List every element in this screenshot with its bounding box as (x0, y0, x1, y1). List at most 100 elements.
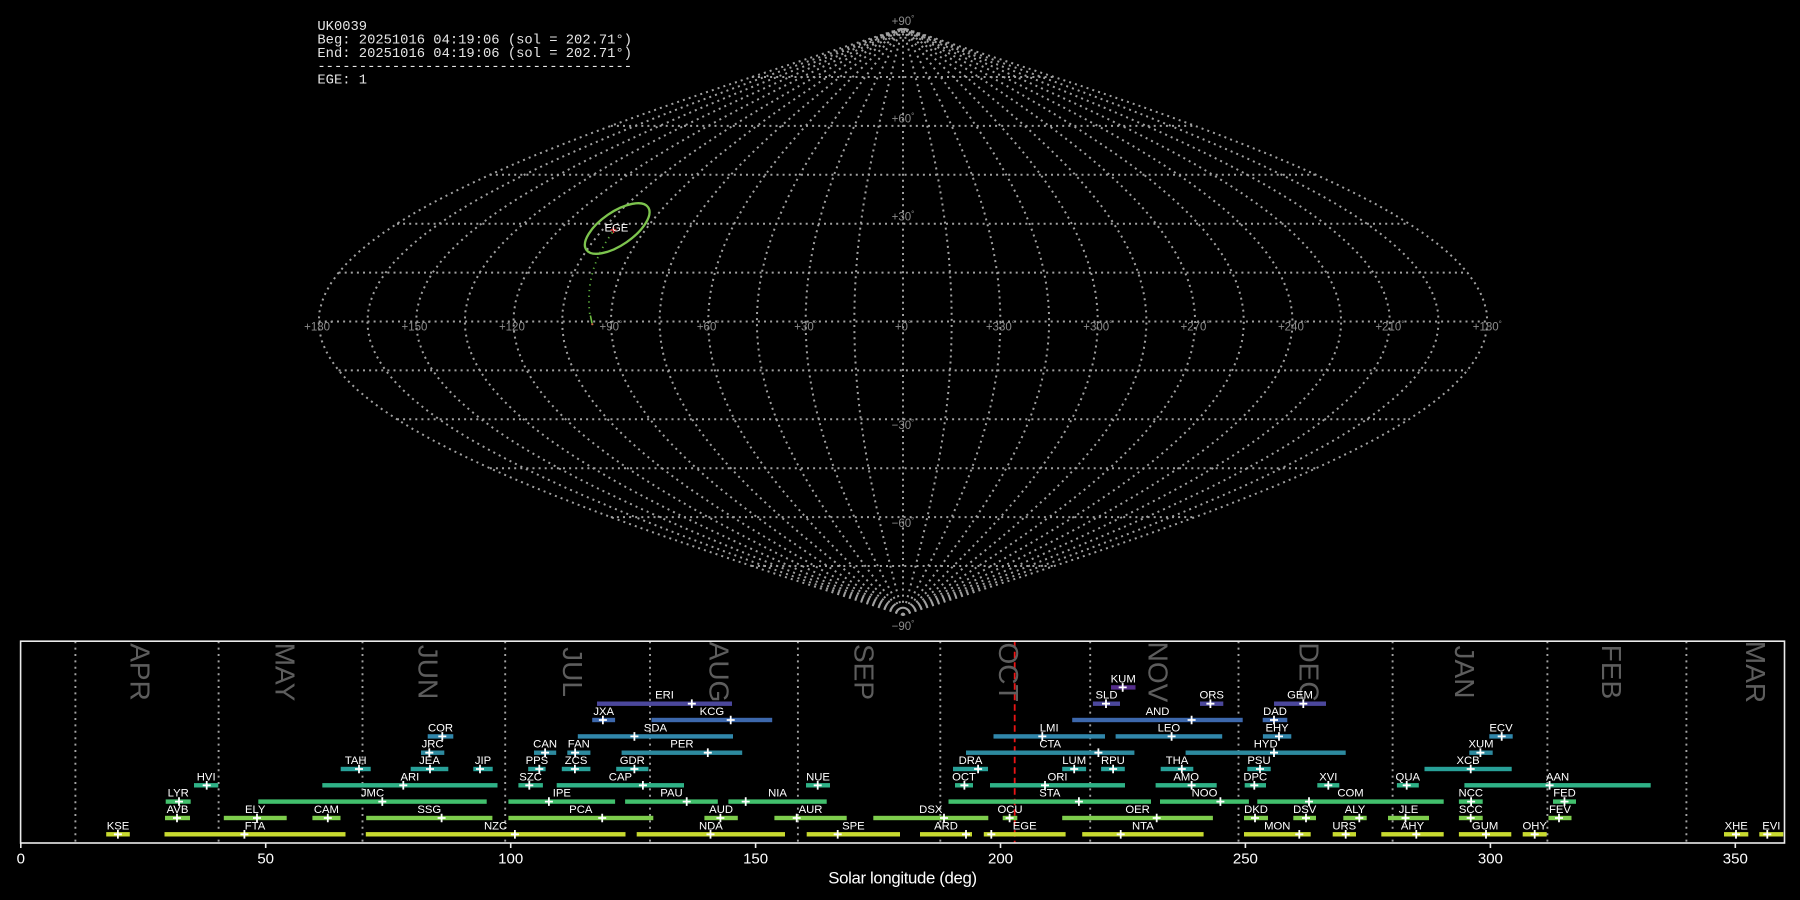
svg-text:ELY: ELY (245, 804, 266, 816)
svg-text:QUA: QUA (1396, 771, 1421, 783)
svg-text:PSU: PSU (1247, 755, 1270, 767)
svg-text:NDA: NDA (699, 820, 723, 832)
svg-text:JLE: JLE (1399, 804, 1419, 816)
svg-text:+30°: +30° (794, 320, 817, 334)
svg-text:350: 350 (1723, 850, 1748, 867)
svg-text:CAM: CAM (314, 804, 339, 816)
svg-text:AMO: AMO (1173, 771, 1199, 783)
svg-text:JEA: JEA (419, 755, 440, 767)
svg-text:AUR: AUR (799, 804, 823, 816)
svg-text:RPU: RPU (1101, 755, 1125, 767)
svg-text:CAP: CAP (609, 771, 632, 783)
svg-text:ARI: ARI (400, 771, 419, 783)
svg-text:+270°: +270° (1181, 320, 1210, 334)
svg-text:+210°: +210° (1375, 320, 1404, 334)
svg-text:HVI: HVI (197, 771, 216, 783)
svg-text:KSE: KSE (107, 820, 130, 832)
svg-text:SCC: SCC (1459, 804, 1483, 816)
svg-text:PER: PER (670, 739, 693, 751)
svg-text:SLD: SLD (1096, 690, 1118, 702)
svg-text:−30°: −30° (892, 418, 915, 432)
svg-text:−90°: −90° (892, 619, 915, 633)
svg-text:FEB: FEB (1596, 645, 1627, 699)
svg-text:JAN: JAN (1449, 646, 1480, 699)
svg-text:+120°: +120° (499, 320, 528, 334)
svg-text:LYR: LYR (168, 788, 189, 800)
svg-text:NZC: NZC (484, 820, 507, 832)
svg-text:+90°: +90° (600, 320, 623, 334)
svg-text:JRC: JRC (422, 739, 444, 751)
svg-text:MAY: MAY (269, 643, 300, 702)
svg-text:+150°: +150° (402, 320, 431, 334)
svg-text:ECV: ECV (1489, 722, 1513, 734)
svg-text:ERI: ERI (655, 690, 674, 702)
svg-text:OER: OER (1125, 804, 1149, 816)
svg-text:JXA: JXA (593, 706, 614, 718)
svg-text:DAD: DAD (1263, 706, 1287, 718)
svg-text:200: 200 (988, 850, 1013, 867)
svg-text:Solar longitude (deg): Solar longitude (deg) (828, 868, 976, 887)
svg-text:AVB: AVB (167, 804, 189, 816)
svg-text:URS: URS (1332, 820, 1356, 832)
svg-text:AUD: AUD (709, 804, 733, 816)
svg-text:DPC: DPC (1243, 771, 1267, 783)
svg-text:SZC: SZC (519, 771, 542, 783)
svg-text:AHY: AHY (1401, 820, 1425, 832)
svg-text:+30°: +30° (892, 210, 915, 224)
svg-text:EVI: EVI (1762, 820, 1780, 832)
svg-text:−60°: −60° (892, 516, 915, 530)
svg-text:FED: FED (1553, 788, 1576, 800)
svg-text:STA: STA (1039, 788, 1061, 800)
svg-text:NOV: NOV (1143, 642, 1174, 703)
svg-text:DSV: DSV (1293, 804, 1317, 816)
svg-text:PAU: PAU (660, 788, 682, 800)
svg-text:KCG: KCG (700, 706, 724, 718)
svg-text:EGE: EGE (1013, 820, 1037, 832)
svg-text:SDA: SDA (644, 722, 668, 734)
svg-text:+60°: +60° (892, 112, 915, 126)
svg-text:XCB: XCB (1456, 755, 1479, 767)
svg-text:JUN: JUN (412, 645, 443, 699)
svg-text:IPE: IPE (553, 788, 572, 800)
svg-text:SPE: SPE (842, 820, 865, 832)
svg-text:NTA: NTA (1132, 820, 1154, 832)
svg-text:ORI: ORI (1047, 771, 1067, 783)
svg-text:JUL: JUL (557, 647, 588, 697)
svg-text:DSX: DSX (919, 804, 943, 816)
svg-text:ORS: ORS (1199, 690, 1224, 702)
svg-text:300: 300 (1478, 850, 1503, 867)
svg-text:LMI: LMI (1040, 722, 1059, 734)
svg-text:ARD: ARD (934, 820, 958, 832)
svg-text:100: 100 (498, 850, 523, 867)
svg-text:LEO: LEO (1158, 722, 1181, 734)
svg-text:XUM: XUM (1468, 739, 1493, 751)
svg-text:LUM: LUM (1062, 755, 1086, 767)
svg-text:OCT: OCT (993, 642, 1024, 701)
svg-text:TAH: TAH (345, 755, 367, 767)
svg-text:XHE: XHE (1725, 820, 1749, 832)
svg-text:CAN: CAN (533, 739, 557, 751)
svg-text:ALY: ALY (1345, 804, 1366, 816)
svg-text:KUM: KUM (1111, 673, 1136, 685)
svg-text:GUM: GUM (1472, 820, 1498, 832)
svg-text:CTA: CTA (1039, 739, 1061, 751)
svg-text:PCA: PCA (569, 804, 593, 816)
svg-text:NIA: NIA (768, 788, 787, 800)
svg-text:AND: AND (1146, 706, 1170, 718)
svg-text:THA: THA (1166, 755, 1189, 767)
svg-text:EHY: EHY (1265, 722, 1289, 734)
svg-text:GEM: GEM (1287, 690, 1313, 702)
svg-text:PPS: PPS (526, 755, 549, 767)
svg-text:SSG: SSG (417, 804, 441, 816)
svg-text:EGE: 1: EGE: 1 (317, 73, 367, 88)
svg-text:JIP: JIP (475, 755, 491, 767)
svg-text:APR: APR (124, 643, 155, 701)
svg-text:0: 0 (17, 850, 25, 867)
svg-text:GDR: GDR (620, 755, 645, 767)
svg-text:MON: MON (1264, 820, 1290, 832)
svg-text:+330°: +330° (986, 320, 1015, 334)
svg-text:HYD: HYD (1254, 739, 1278, 751)
svg-text:FAN: FAN (568, 739, 590, 751)
svg-text:ZCS: ZCS (565, 755, 588, 767)
svg-text:EGE: EGE (604, 223, 628, 235)
